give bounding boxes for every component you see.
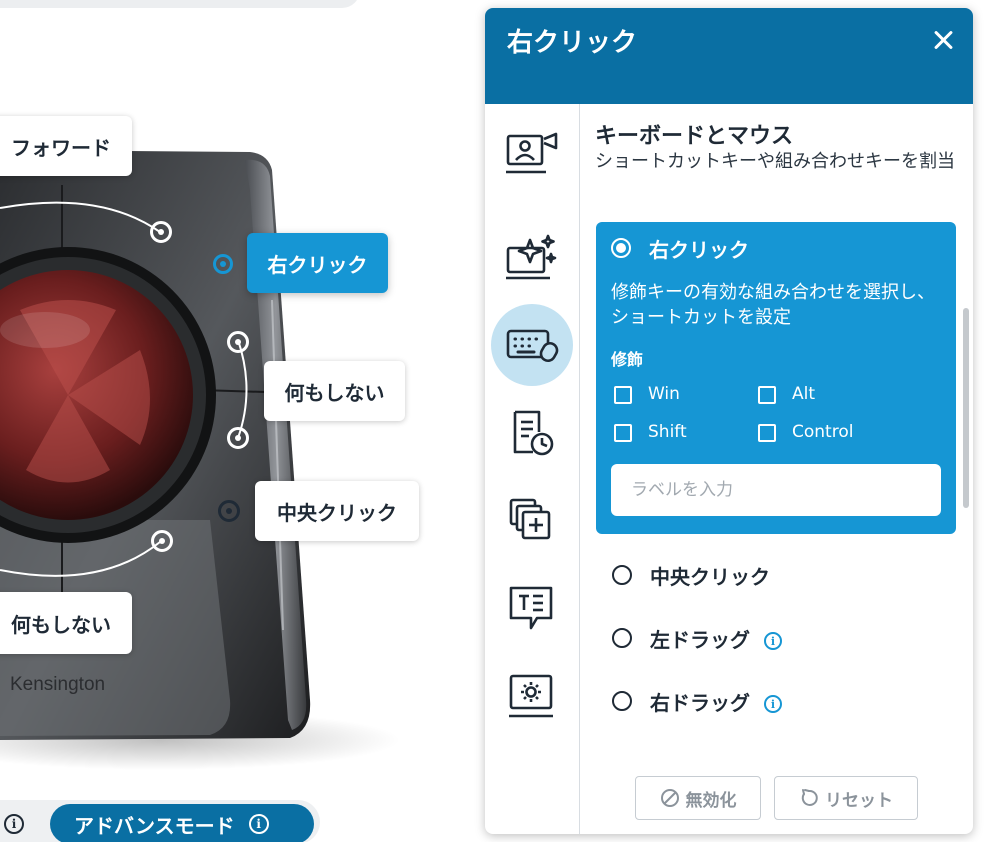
callout-right-click[interactable]: 右クリック (247, 233, 388, 293)
rail-item-document-clock[interactable] (491, 392, 573, 474)
settings-content: キーボードとマウス ショートカットキーや組み合わせキーを割当 右クリック 修飾キ… (581, 104, 973, 834)
modifier-label: 修飾 (611, 350, 644, 369)
callout-node-do-nothing-lower[interactable] (151, 530, 173, 552)
scrollbar[interactable] (963, 308, 969, 508)
advanced-mode-button[interactable]: アドバンスモード i (50, 804, 314, 842)
text-bubble-icon (509, 586, 553, 630)
section-title: キーボードとマウス (595, 124, 794, 149)
callout-do-nothing-bottom[interactable]: 何もしない (0, 592, 132, 654)
button-settings-panel: 右クリック キーボードとマウス ショートカットキーや組み合わせキーを割当 右クリ… (485, 8, 973, 834)
option-label-middle-click[interactable]: 中央クリック (650, 561, 770, 590)
settings-screen-icon (509, 674, 553, 718)
radio-left-drag[interactable] (612, 628, 632, 648)
category-rail (485, 104, 580, 834)
info-icon[interactable]: i (248, 814, 269, 834)
option-label-right-drag[interactable]: 右ドラッグ (650, 687, 750, 716)
panel-title: 右クリック (507, 28, 638, 58)
callout-node-do-nothing-bottom[interactable] (227, 427, 249, 449)
callout-node-do-nothing-top[interactable] (227, 331, 249, 353)
checkbox-label-control: Control (792, 422, 854, 442)
rail-item-multi-window[interactable] (491, 480, 573, 562)
checkbox-shift[interactable] (614, 424, 632, 442)
callout-do-nothing-right[interactable]: 何もしない (264, 361, 405, 421)
magic-sparkle-icon (506, 234, 557, 280)
rail-item-settings[interactable] (491, 656, 573, 738)
rail-item-magic[interactable] (491, 216, 573, 298)
disable-button[interactable]: 無効化 (635, 776, 761, 820)
radio-middle-click[interactable] (612, 565, 632, 585)
app-window: Kensington フォワード 右クリック 何もしない 中央クリック 何もしな… (0, 0, 991, 842)
checkbox-label-win: Win (648, 384, 680, 404)
section-description: ショートカットキーや組み合わせキーを割当 (595, 151, 955, 172)
reset-button[interactable]: リセット (774, 776, 918, 820)
callout-middle-click[interactable]: 中央クリック (255, 481, 419, 541)
rail-item-keyboard-mouse[interactable] (491, 304, 573, 386)
multi-window-add-icon (509, 498, 551, 540)
info-icon[interactable]: i (4, 814, 24, 834)
option-label-left-drag[interactable]: 左ドラッグ (650, 624, 750, 653)
label-input[interactable] (611, 464, 941, 516)
keyboard-mouse-icon (506, 329, 559, 363)
rail-item-presentation[interactable] (491, 112, 573, 194)
checkbox-win[interactable] (614, 386, 632, 404)
checkbox-label-shift: Shift (648, 422, 687, 442)
close-icon[interactable] (931, 28, 955, 52)
radio-right-click[interactable] (611, 238, 631, 258)
callout-node-middle-click[interactable] (218, 500, 240, 522)
radio-right-drag[interactable] (612, 691, 632, 711)
rail-item-text-bubble[interactable] (491, 568, 573, 650)
presentation-icon (506, 132, 558, 174)
callout-node-forward[interactable] (150, 221, 172, 243)
callout-node-right-click[interactable] (213, 254, 233, 274)
callout-forward[interactable]: フォワード (0, 116, 132, 176)
info-icon-left-drag[interactable]: i (764, 632, 782, 650)
option-card-right-click[interactable]: 右クリック 修飾キーの有効な組み合わせを選択し、ショートカットを設定 修飾 Wi… (596, 222, 956, 534)
reset-icon (801, 789, 818, 806)
info-icon-right-drag[interactable]: i (764, 695, 782, 713)
checkbox-alt[interactable] (758, 386, 776, 404)
kensington-logo: Kensington (10, 674, 105, 695)
panel-header: 右クリック (485, 8, 973, 104)
checkbox-control[interactable] (758, 424, 776, 442)
option-label-right-click: 右クリック (649, 238, 749, 262)
checkbox-label-alt: Alt (792, 384, 816, 404)
disable-icon (660, 789, 679, 807)
document-clock-icon (513, 410, 554, 456)
option-description: 修飾キーの有効な組み合わせを選択し、ショートカットを設定 (611, 282, 935, 328)
